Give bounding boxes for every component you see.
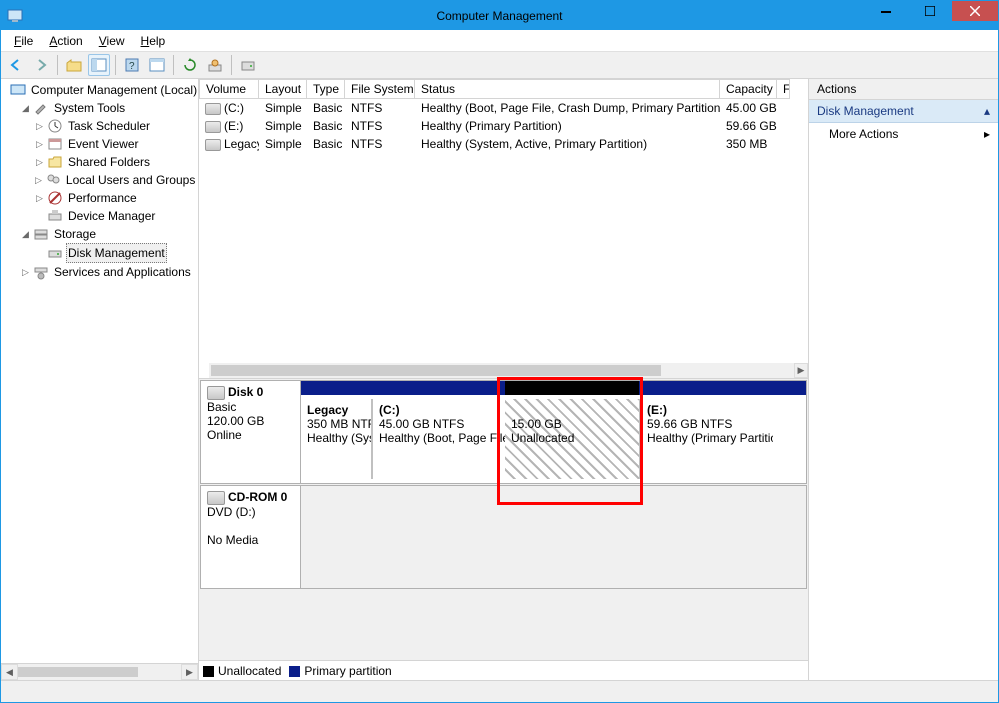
window-frame: Computer Management File Action View Hel… (0, 0, 999, 703)
tree-item-local-users[interactable]: ▷Local Users and Groups (33, 171, 196, 189)
up-button[interactable] (63, 54, 85, 76)
performance-icon (47, 190, 63, 206)
tree-item-task-scheduler[interactable]: ▷Task Scheduler (33, 117, 196, 135)
disk-header[interactable]: CD-ROM 0DVD (D:)No Media (201, 486, 301, 588)
expand-icon[interactable]: ▷ (35, 171, 42, 189)
partition-unallocated[interactable]: 15.00 GBUnallocated (505, 399, 639, 479)
tree-root[interactable]: Computer Management (Local) (5, 81, 196, 99)
app-icon (7, 7, 23, 23)
statusbar (1, 680, 998, 702)
expand-icon[interactable]: ▷ (35, 117, 44, 135)
menu-help[interactable]: Help (134, 32, 173, 50)
folder-icon (47, 154, 63, 170)
refresh-button[interactable] (179, 54, 201, 76)
settings-icon-button[interactable] (204, 54, 226, 76)
main-area: Computer Management (Local) ◢ System Too… (1, 79, 998, 680)
tree-system-tools[interactable]: ◢ System Tools (19, 99, 196, 117)
legend: Unallocated Primary partition (199, 660, 808, 680)
volume-grid: VolumeLayoutTypeFile SystemStatusCapacit… (199, 79, 808, 379)
device-icon (47, 208, 63, 224)
tree-item-performance[interactable]: ▷Performance (33, 189, 196, 207)
tree-storage[interactable]: ◢ Storage (19, 225, 196, 243)
svg-text:?: ? (129, 61, 135, 72)
services-icon (33, 264, 49, 280)
tree-item-disk-management[interactable]: Disk Management (33, 243, 196, 263)
toolbar: ? (1, 51, 998, 79)
nav-hscroll[interactable]: ◀ ▶ (1, 663, 198, 680)
help-button[interactable]: ? (121, 54, 143, 76)
column-header[interactable]: Type (307, 79, 345, 99)
actions-section[interactable]: Disk Management ▴ (809, 100, 998, 123)
actions-header: Actions (809, 79, 998, 100)
column-header[interactable]: Volume (199, 79, 259, 99)
partition-cell[interactable]: Legacy350 MB NTFSHealthy (System, Active… (301, 399, 371, 479)
minimize-button[interactable] (864, 1, 908, 21)
actions-pane: Actions Disk Management ▴ More Actions ▸ (808, 79, 998, 680)
center-panel: VolumeLayoutTypeFile SystemStatusCapacit… (199, 79, 808, 680)
users-icon (45, 172, 61, 188)
actions-more[interactable]: More Actions ▸ (809, 123, 998, 145)
back-button[interactable] (5, 54, 27, 76)
column-header[interactable]: Capacity (720, 79, 777, 99)
submenu-icon: ▸ (984, 127, 990, 141)
collapse-up-icon: ▴ (984, 104, 990, 118)
view-icon-button[interactable] (146, 54, 168, 76)
disk-icon-button[interactable] (237, 54, 259, 76)
tree-item-device-manager[interactable]: Device Manager (33, 207, 196, 225)
window-controls (864, 1, 998, 21)
forward-button[interactable] (30, 54, 52, 76)
menu-file[interactable]: File (7, 32, 40, 50)
table-row[interactable]: LegacySimpleBasicNTFSHealthy (System, Ac… (199, 135, 808, 153)
column-header[interactable]: Status (415, 79, 720, 99)
event-icon (47, 136, 63, 152)
show-hide-tree-button[interactable] (88, 54, 110, 76)
disk-header[interactable]: Disk 0Basic120.00 GBOnline (201, 381, 301, 483)
collapse-icon[interactable]: ◢ (21, 99, 30, 117)
expand-icon[interactable]: ▷ (21, 263, 30, 281)
expand-icon[interactable]: ▷ (35, 189, 44, 207)
scroll-right-icon[interactable]: ▶ (794, 363, 808, 378)
tools-icon (33, 100, 49, 116)
scroll-left-icon[interactable]: ◀ (1, 664, 18, 680)
nav-tree-panel: Computer Management (Local) ◢ System Too… (1, 79, 199, 680)
partition-cell[interactable]: (E:)59.66 GB NTFSHealthy (Primary Partit… (639, 399, 773, 479)
disk-row[interactable]: Disk 0Basic120.00 GBOnlineLegacy350 MB N… (200, 380, 807, 484)
disk-graphic-panel: Disk 0Basic120.00 GBOnlineLegacy350 MB N… (199, 379, 808, 680)
scroll-right-icon[interactable]: ▶ (181, 664, 198, 680)
disk-list[interactable]: Disk 0Basic120.00 GBOnlineLegacy350 MB N… (199, 379, 808, 660)
grid-body[interactable]: (C:)SimpleBasicNTFSHealthy (Boot, Page F… (199, 99, 808, 378)
partition-cell[interactable]: (C:)45.00 GB NTFSHealthy (Boot, Page Fil… (371, 399, 505, 479)
maximize-button[interactable] (908, 1, 952, 21)
computer-icon (10, 82, 26, 98)
tree-item-event-viewer[interactable]: ▷Event Viewer (33, 135, 196, 153)
tree-item-shared-folders[interactable]: ▷Shared Folders (33, 153, 196, 171)
scrollbar-thumb[interactable] (211, 365, 661, 376)
close-button[interactable] (952, 1, 998, 21)
column-header[interactable]: Layout (259, 79, 307, 99)
titlebar[interactable]: Computer Management (1, 1, 998, 30)
nav-tree[interactable]: Computer Management (Local) ◢ System Too… (1, 79, 198, 663)
disk-mgmt-icon (47, 245, 63, 261)
clock-icon (47, 118, 63, 134)
expand-icon[interactable]: ▷ (35, 135, 44, 153)
menu-action[interactable]: Action (42, 32, 89, 50)
menu-view[interactable]: View (92, 32, 132, 50)
expand-icon[interactable]: ▷ (35, 153, 44, 171)
column-header[interactable]: File System (345, 79, 415, 99)
table-row[interactable]: (C:)SimpleBasicNTFSHealthy (Boot, Page F… (199, 99, 808, 117)
table-row[interactable]: (E:)SimpleBasicNTFSHealthy (Primary Part… (199, 117, 808, 135)
scrollbar-thumb[interactable] (18, 667, 138, 677)
collapse-icon[interactable]: ◢ (21, 225, 30, 243)
grid-header: VolumeLayoutTypeFile SystemStatusCapacit… (199, 79, 808, 99)
disk-row[interactable]: CD-ROM 0DVD (D:)No Media (200, 485, 807, 589)
storage-icon (33, 226, 49, 242)
menubar: File Action View Help (1, 30, 998, 51)
tree-services[interactable]: ▷ Services and Applications (19, 263, 196, 281)
column-header[interactable]: F (777, 79, 790, 99)
window-title: Computer Management (436, 9, 562, 23)
